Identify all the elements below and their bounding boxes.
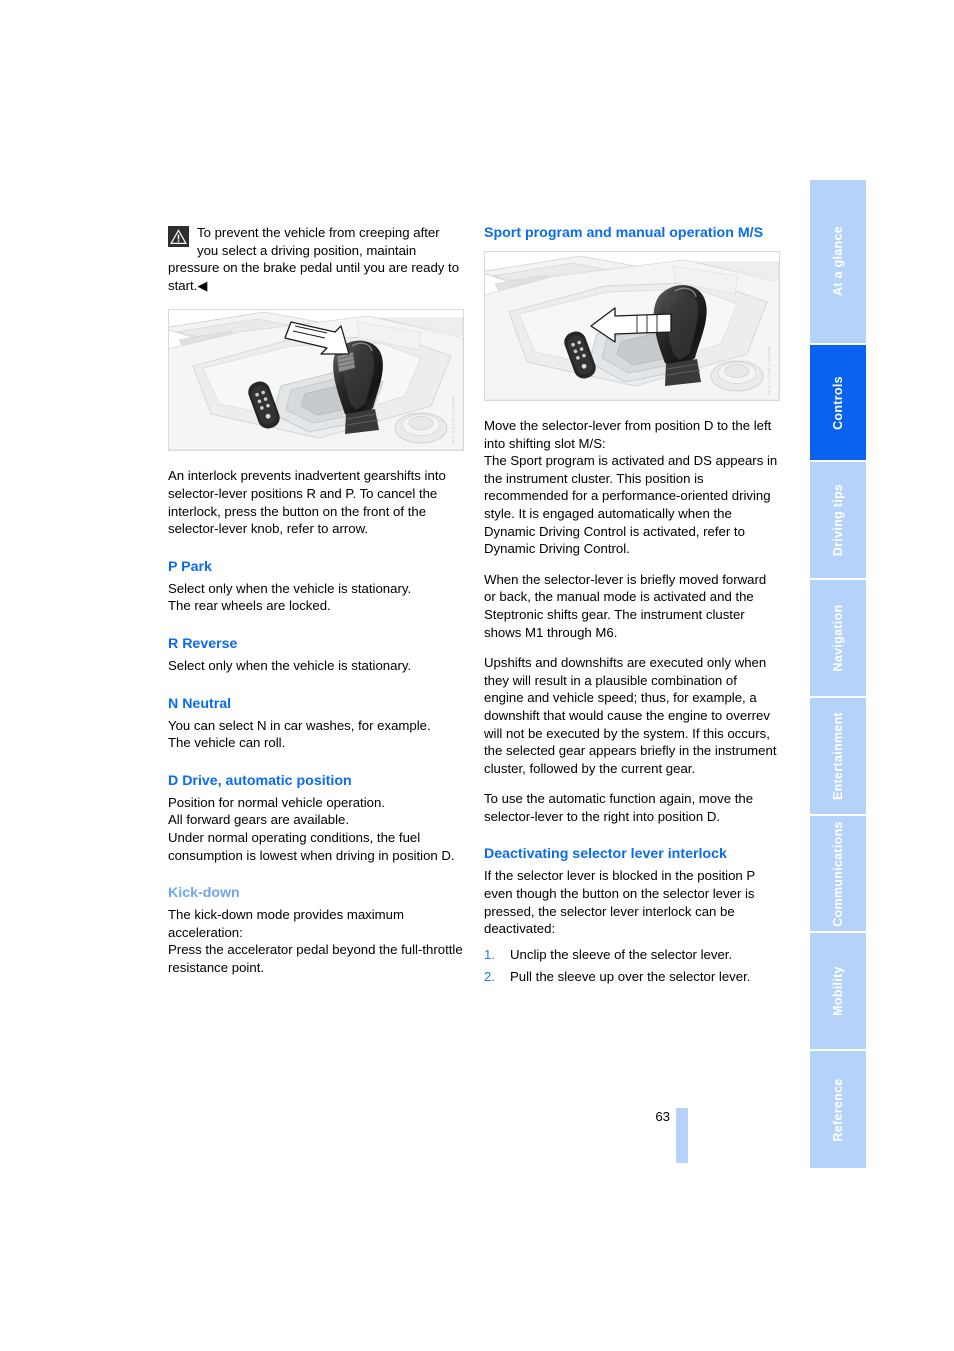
- paragraph-deactivating-intro: If the selector lever is blocked in the …: [484, 868, 755, 937]
- page-number-bar: [676, 1108, 688, 1163]
- figure-code: NA0PK0 7.6C2.C37 8.6A: [451, 396, 456, 446]
- step-number: 1.: [484, 946, 495, 962]
- paragraph-sport-ms-intro: Move the selector-lever from position D …: [484, 418, 778, 557]
- paragraph-manual-mode: When the selector-lever is briefly moved…: [484, 571, 767, 640]
- tab-mobility[interactable]: Mobility: [810, 931, 866, 1050]
- tab-label: Controls: [831, 375, 845, 430]
- heading-deactivating-interlock: Deactivating selector lever interlock: [484, 846, 727, 863]
- step-number: 2.: [484, 969, 495, 985]
- tab-label: Mobility: [831, 966, 845, 1017]
- tab-label: Driving tips: [831, 484, 845, 557]
- tab-communications[interactable]: Communications: [810, 813, 866, 932]
- heading-n-neutral: N Neutral: [168, 695, 232, 712]
- tab-navigation[interactable]: Navigation: [810, 578, 866, 696]
- warning-note-text: To prevent the vehicle from creeping aft…: [168, 225, 460, 293]
- tab-controls[interactable]: Controls: [810, 342, 866, 461]
- manual-page: To prevent the vehicle from creeping aft…: [0, 0, 954, 1351]
- tab-label: Reference: [831, 1078, 845, 1142]
- heading-sport-program: Sport program and manual operation M/S: [484, 225, 764, 241]
- paragraph-p-park: Select only when the vehicle is stationa…: [168, 580, 412, 614]
- paragraph-kick-down: The kick-down mode provides maximum acce…: [168, 907, 463, 975]
- heading-d-drive: D Drive, automatic position: [168, 772, 352, 789]
- list-item: 1. Unclip the sleeve of the selector lev…: [484, 946, 780, 964]
- tab-label: Navigation: [831, 604, 845, 672]
- paragraph-d-drive: Position for normal vehicle operation. A…: [168, 794, 455, 863]
- step-text: Pull the sleeve up over the selector lev…: [510, 969, 751, 985]
- tab-entertainment[interactable]: Entertainment: [810, 695, 866, 814]
- deactivation-steps-list: 1. Unclip the sleeve of the selector lev…: [484, 946, 780, 986]
- tab-driving-tips[interactable]: Driving tips: [810, 460, 866, 579]
- selector-lever-shift-to-ms-figure: NA0PK0 7.6C2.C37 8.6A: [484, 251, 780, 401]
- page-number: 63: [655, 1109, 670, 1124]
- paragraph-upshifts-downshifts: Upshifts and downshifts are executed onl…: [484, 655, 777, 776]
- warning-note: To prevent the vehicle from creeping aft…: [168, 224, 464, 294]
- tab-at-a-glance[interactable]: At a glance: [810, 180, 866, 343]
- warning-triangle-icon: [168, 226, 189, 247]
- step-text: Unclip the sleeve of the selector lever.: [510, 946, 733, 962]
- list-item: 2. Pull the sleeve up over the selector …: [484, 968, 780, 986]
- section-tab-rail: At a glance Controls Driving tips Naviga…: [810, 180, 866, 1168]
- heading-p-park: P Park: [168, 558, 212, 575]
- tab-reference[interactable]: Reference: [810, 1049, 866, 1168]
- left-column: To prevent the vehicle from creeping aft…: [168, 224, 464, 976]
- heading-r-reverse: R Reverse: [168, 635, 238, 652]
- right-column: Sport program and manual operation M/S N…: [484, 224, 780, 991]
- paragraph-return-to-automatic: To use the automatic function again, mov…: [484, 791, 754, 824]
- paragraph-r-reverse: Select only when the vehicle is stationa…: [168, 657, 412, 673]
- interlock-intro-paragraph: An interlock prevents inadvertent gearsh…: [168, 468, 446, 537]
- paragraph-n-neutral: You can select N in car washes, for exam…: [168, 717, 431, 751]
- heading-kick-down: Kick-down: [168, 885, 240, 902]
- figure-code: NA0PK0 7.6C2.C37 8.6A: [767, 345, 772, 395]
- tab-label: Entertainment: [831, 711, 845, 800]
- selector-lever-interlock-button-figure: NA0PK0 7.6C2.C37 8.6A: [168, 309, 464, 452]
- tab-label: Communications: [831, 820, 845, 927]
- tab-label: At a glance: [831, 226, 845, 297]
- warning-end-marker: ◀: [197, 277, 208, 293]
